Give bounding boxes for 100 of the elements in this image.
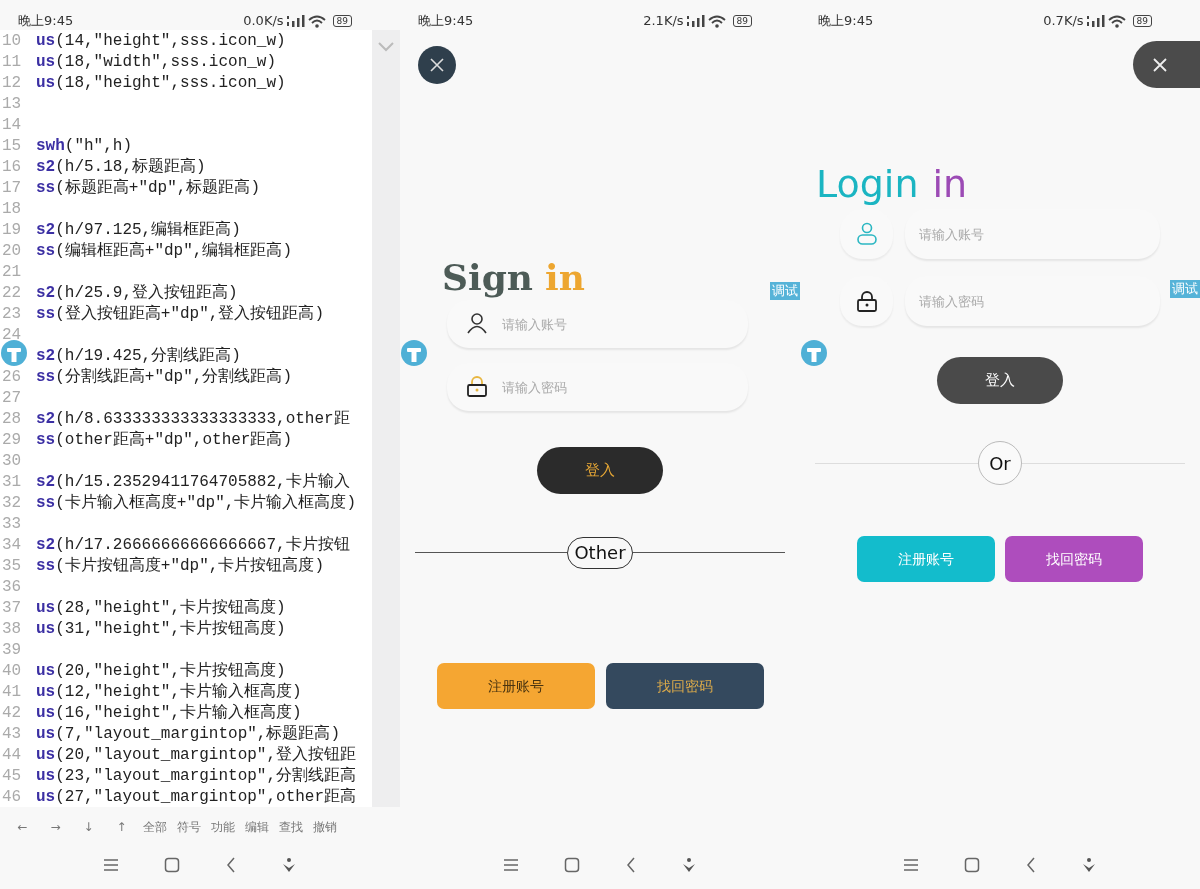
line-number: 36	[1, 576, 23, 598]
toolbar-key[interactable]: →	[39, 818, 72, 836]
line-number: 12	[1, 72, 23, 94]
home-icon[interactable]	[164, 857, 181, 873]
debug-badge[interactable]: 调试	[1170, 280, 1200, 298]
home-icon[interactable]	[964, 857, 981, 873]
toolbar-key[interactable]: 撤销	[308, 818, 342, 836]
line-number: 21	[1, 261, 23, 283]
code-line: s2(h/25.9,登入按钮距高)	[36, 282, 238, 304]
toolbar-key[interactable]: 符号	[172, 818, 206, 836]
arrow-down-icon[interactable]	[1081, 857, 1098, 873]
divider-label: Or	[978, 441, 1022, 485]
input-field[interactable]: 请输入密码	[447, 363, 748, 411]
line-number: 19	[1, 219, 23, 241]
code-line: us(16,"height",卡片输入框高度)	[36, 702, 302, 724]
battery-level: 89	[732, 15, 752, 27]
line-number: 38	[1, 618, 23, 640]
code-line: s2(h/19.425,分割线距高)	[36, 345, 241, 367]
line-number: 34	[1, 534, 23, 556]
code-line: s2(h/97.125,编辑框距高)	[36, 219, 241, 241]
toolbar-key[interactable]: ↓	[72, 818, 105, 836]
line-number: 42	[1, 702, 23, 724]
chevron-down-icon	[378, 41, 394, 52]
input-field[interactable]: 请输入密码	[905, 276, 1160, 326]
line-number: 37	[1, 597, 23, 619]
line-number: 41	[1, 681, 23, 703]
code-line: us(18,"height",sss.icon_w)	[36, 72, 286, 94]
action-button[interactable]: 找回密码	[606, 663, 764, 709]
code-line: ss(分割线距高+"dp",分割线距高)	[36, 366, 292, 388]
toolbar-key[interactable]: 查找	[274, 818, 308, 836]
network-speed: 0.7K/s	[1043, 13, 1084, 29]
close-button[interactable]	[1133, 41, 1200, 88]
line-number: 40	[1, 660, 23, 682]
user-icon	[466, 312, 488, 334]
line-number: 44	[1, 744, 23, 766]
status-time: 晚上9:45	[18, 13, 74, 29]
line-number: 13	[1, 93, 23, 115]
code-line: ss(卡片输入框高度+"dp",卡片输入框高度)	[36, 492, 356, 514]
menu-icon[interactable]	[102, 858, 119, 872]
login-button[interactable]: 登入	[937, 357, 1063, 404]
signal-icon	[686, 15, 705, 27]
line-number: 30	[1, 450, 23, 472]
code-line: us(20,"layout_margintop",登入按钮距	[36, 744, 357, 766]
code-line: s2(h/8.633333333333333333,other距	[36, 408, 350, 430]
action-button[interactable]: 找回密码	[1005, 536, 1143, 582]
toolbar-key[interactable]: 全部	[138, 818, 172, 836]
line-number: 46	[1, 786, 23, 808]
status-time: 晚上9:45	[418, 13, 474, 29]
back-icon[interactable]	[225, 857, 236, 873]
code-line: ss(登入按钮距高+"dp",登入按钮距高)	[36, 303, 324, 325]
line-number: 31	[1, 471, 23, 493]
arrow-down-icon[interactable]	[681, 857, 698, 873]
network-speed: 0.0K/s	[243, 13, 284, 29]
input-field[interactable]: 请输入账号	[905, 209, 1160, 259]
close-button[interactable]	[418, 46, 456, 84]
line-number: 35	[1, 555, 23, 577]
line-number: 24	[1, 324, 23, 346]
line-number: 15	[1, 135, 23, 157]
back-icon[interactable]	[625, 857, 636, 873]
debug-badge[interactable]: 调试	[770, 282, 800, 300]
wifi-icon	[1107, 14, 1126, 28]
toolbar-key[interactable]: 功能	[206, 818, 240, 836]
toolbar-key[interactable]: 编辑	[240, 818, 274, 836]
menu-icon[interactable]	[902, 858, 919, 872]
line-number: 26	[1, 366, 23, 388]
line-number: 28	[1, 408, 23, 430]
code-line: us(23,"layout_margintop",分割线距高	[36, 765, 357, 787]
close-icon	[430, 58, 444, 72]
battery-level: 89	[332, 15, 352, 27]
login-button[interactable]: 登入	[537, 447, 663, 494]
wifi-icon	[707, 14, 726, 28]
line-number: 22	[1, 282, 23, 304]
code-line: s2(h/15.23529411764705882,卡片输入	[36, 471, 350, 493]
close-icon	[1153, 57, 1167, 72]
code-line: us(20,"height",卡片按钮高度)	[36, 660, 286, 682]
toolbar-key[interactable]: ←	[6, 818, 39, 836]
lock-icon	[855, 290, 878, 312]
wifi-icon	[307, 14, 326, 28]
arrow-down-icon[interactable]	[281, 857, 298, 873]
code-line: us(7,"layout_margintop",标题距高)	[36, 723, 341, 745]
code-line: us(14,"height",sss.icon_w)	[36, 30, 286, 52]
code-line: s2(h/17.26666666666666667,卡片按钮	[36, 534, 350, 556]
title-word: in	[932, 161, 968, 208]
network-speed: 2.1K/s	[643, 13, 684, 29]
home-icon[interactable]	[564, 857, 581, 873]
signal-icon	[286, 15, 305, 27]
line-number: 20	[1, 240, 23, 262]
signal-icon	[1086, 15, 1105, 27]
back-icon[interactable]	[1025, 857, 1036, 873]
line-number: 18	[1, 198, 23, 220]
title-word: Login	[816, 161, 919, 208]
line-number: 10	[1, 30, 23, 52]
action-button[interactable]: 注册账号	[857, 536, 995, 582]
line-number: 45	[1, 765, 23, 787]
lock-icon	[466, 375, 488, 397]
toolbar-key[interactable]: ↑	[105, 818, 138, 836]
code-line: ss(卡片按钮高度+"dp",卡片按钮高度)	[36, 555, 324, 577]
menu-icon[interactable]	[502, 858, 519, 872]
input-field[interactable]: 请输入账号	[447, 300, 748, 348]
action-button[interactable]: 注册账号	[437, 663, 595, 709]
